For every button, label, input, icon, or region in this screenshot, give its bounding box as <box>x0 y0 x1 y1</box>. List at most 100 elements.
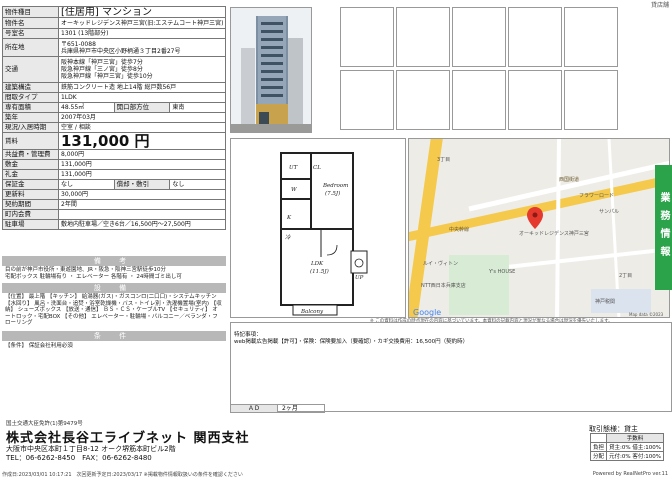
property-value: 2年間 <box>58 199 226 210</box>
photo-slot <box>508 7 562 67</box>
property-value: 131,000円 <box>58 169 226 180</box>
fee-table: 手数料 負担 貸主:0% 借主:100% 分配 元付:0% 客付:100% <box>589 433 664 461</box>
property-row: 間取タイプ 1LDK <box>2 92 226 103</box>
bedroom-label: Bedroom <box>322 183 348 189</box>
property-value: なし <box>169 179 226 190</box>
conditions-header: 条 件 <box>2 331 226 341</box>
map-street-chuo: 中央幹線 <box>449 226 469 233</box>
property-label: 築年 <box>2 112 59 123</box>
ldk-size: (11.5J) <box>310 268 329 275</box>
property-value: 2007年03月 <box>58 112 226 123</box>
up-label: UP <box>355 275 364 281</box>
property-value: 阪神本線「神戸三宮」徒歩7分 阪急神戸線「三ノ宮」徒歩8分 阪急神戸線「神戸三宮… <box>58 56 226 83</box>
property-label: 専有面積 <box>2 102 59 113</box>
property-row: 駐車場 敷地内駐車場／空き6台／16,500円～27,500円 <box>2 219 226 230</box>
ad-label: ＡＤ <box>231 405 278 412</box>
property-row: 契約期間 2年間 <box>2 199 226 210</box>
property-row: 建築構造 鉄筋コンクリート造 地上14階 総戸数56戸 <box>2 82 226 93</box>
property-row: 専有面積 48.55㎡ 開口部方位 東南 <box>2 102 226 113</box>
fee-header: 手数料 <box>606 433 664 443</box>
map-poi: ルイ・ヴィトン <box>423 260 458 267</box>
property-row: 物件種目 [住居用] マンション <box>2 6 226 18</box>
remarks-text: 目の前が神戸市役所・東遊園地、JR・阪急・阪神三宮駅徒歩10分 宅配ボックス 駐… <box>5 267 182 280</box>
area-map[interactable]: 3丁目 2丁目 西国街道 中央幹線 オーキッドレジデンス神戸三宮 フラワーロード… <box>408 138 670 318</box>
k-label: K <box>286 215 292 221</box>
property-label: 号室名 <box>2 28 59 39</box>
map-poi: NTT西日本兵庫支店 <box>421 282 466 289</box>
google-logo: Google <box>413 308 441 317</box>
property-row: 賃料 131,000 円 <box>2 132 226 150</box>
property-label: 間取タイプ <box>2 92 59 103</box>
fee-row-label: 分配 <box>589 451 608 461</box>
property-value: 空室 / 相談 <box>58 122 226 133</box>
property-row: 保証金 なし 償却・敷引 なし <box>2 179 226 190</box>
photo-slot <box>340 70 394 130</box>
property-value: 131,000 円 <box>58 132 226 150</box>
ad-value: 2ヶ月 <box>282 405 298 412</box>
photo-slot <box>452 7 506 67</box>
photo-slot <box>564 70 618 130</box>
photo-slot <box>564 7 618 67</box>
photo-slot <box>396 70 450 130</box>
map-attribution: Map data ©2023 <box>629 312 664 317</box>
property-value: 鉄筋コンクリート造 地上14階 総戸数56戸 <box>58 82 226 93</box>
property-value: 〒651-0088 兵庫県神戸市中央区小野柄通３丁目2番27号 <box>58 38 226 57</box>
property-value: 131,000円 <box>58 159 226 170</box>
fee-row-value: 元付:0% 客付:100% <box>606 451 664 461</box>
map-poi: フラワーロード <box>579 193 614 199</box>
property-label: 賃料 <box>2 132 59 150</box>
property-value <box>58 209 226 220</box>
corner-label: 貸店舗 <box>650 2 669 9</box>
property-label: 礼金 <box>2 169 59 180</box>
property-row: 敷金 131,000円 <box>2 159 226 170</box>
property-label: 保証金 <box>2 179 59 190</box>
map-street-nishi: 西国街道 <box>559 176 579 183</box>
property-value: 1LDK <box>58 92 226 103</box>
photo-slot <box>508 70 562 130</box>
property-value: 8,000円 <box>58 149 226 160</box>
property-label: 物件種目 <box>2 6 59 18</box>
balcony-label: Balcony <box>300 309 324 315</box>
property-label: 町内会費 <box>2 209 59 220</box>
property-label: 償却・敷引 <box>113 179 171 190</box>
property-table: 物件種目 [住居用] マンション 物件名 オーキッドレジデンス神戸三宮(旧:エステムコ… <box>2 6 226 230</box>
property-label: 所在地 <box>2 38 59 57</box>
property-row: 町内会費 <box>2 209 226 220</box>
property-label: 契約期間 <box>2 199 59 210</box>
property-value: 東南 <box>169 102 226 113</box>
property-label: 現況/入居時期 <box>2 122 59 133</box>
floor-plan-drawing: Bedroom (7.5J) LDK (11.5J) Balcony UT CL… <box>280 152 368 316</box>
floor-plan: Bedroom (7.5J) LDK (11.5J) Balcony UT CL… <box>230 138 406 318</box>
conditions-text: 【条件】 保証会社利用必須 <box>5 343 73 349</box>
property-label: 開口部方位 <box>113 102 171 113</box>
facilities-header: 設 備 <box>2 283 226 293</box>
photo-slot <box>340 7 394 67</box>
property-value: [住居用] マンション <box>58 6 226 18</box>
property-value: 48.55㎡ <box>58 102 115 113</box>
map-poi: Y's HOUSE <box>488 269 515 275</box>
property-value: オーキッドレジデンス神戸三宮(旧:エステムコート神戸三宮) <box>58 17 226 29</box>
property-label: 敷金 <box>2 159 59 170</box>
remarks-header: 備 考 <box>2 256 226 266</box>
property-row: 号室名 1301 (13階部分) <box>2 28 226 39</box>
property-value: 30,000円 <box>58 189 226 200</box>
ut-label: UT <box>289 165 298 171</box>
property-row: 交通 阪神本線「神戸三宮」徒歩7分 阪急神戸線「三ノ宮」徒歩8分 阪急神戸線「神戸… <box>2 56 226 83</box>
map-building: オーキッドレジデンス神戸三宮 <box>519 230 589 237</box>
ad-row: ＡＤ 2ヶ月 <box>230 404 325 413</box>
footer-created: 作成日:2023/03/01 10:17:21 次回更新予定日:2023/03/… <box>2 472 243 478</box>
property-label: 建築構造 <box>2 82 59 93</box>
business-info-tab[interactable]: 業務情報 <box>655 165 672 290</box>
property-label: 物件名 <box>2 17 59 29</box>
bedroom-size: (7.5J) <box>325 190 340 197</box>
map-drawing: 3丁目 2丁目 西国街道 中央幹線 オーキッドレジデンス神戸三宮 フラワーロード… <box>409 139 669 317</box>
facilities-text: 【位置】 最上階 【キッチン】 給湯器(ガス)・ガスコンロ(二口口)・システムキ… <box>5 294 222 326</box>
footer-powered: Powered by RealNetPro ver.11 <box>592 471 668 477</box>
property-value: 1301 (13階部分) <box>58 28 226 39</box>
property-label: 駐車場 <box>2 219 59 230</box>
property-row: 共益費・管理費 8,000円 <box>2 149 226 160</box>
building-photo <box>230 7 312 133</box>
property-value: 敷地内駐車場／空き6台／16,500円～27,500円 <box>58 219 226 230</box>
fee-row-value: 貸主:0% 借主:100% <box>606 442 664 452</box>
property-label: 共益費・管理費 <box>2 149 59 160</box>
